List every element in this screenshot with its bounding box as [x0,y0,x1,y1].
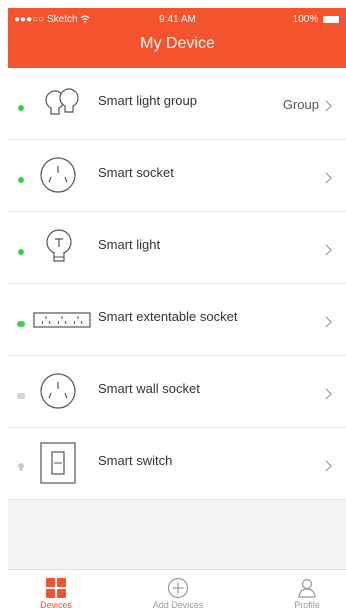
plus-circle-icon [167,577,189,599]
status-dot [18,177,24,183]
chevron-right-icon [325,100,332,112]
device-detail: Group [282,97,319,112]
person-icon [298,578,316,598]
status-dot [17,321,25,327]
device-name: Smart light [98,237,161,252]
chevron-right-icon [325,244,332,256]
tab-bar: Devices Add Devices Profile [8,569,346,608]
tab-label: Profile [294,600,320,608]
light-group-icon [45,88,79,115]
grid-icon [46,578,66,598]
bulb-icon [46,229,72,262]
device-row-wall-socket[interactable]: Smart wall socket [8,356,346,428]
socket-icon [40,157,76,193]
header: ●●●○○ Sketch 9:41 AM 100% My Device [8,8,346,68]
tab-devices[interactable]: Devices [32,570,80,608]
device-row-light-group[interactable]: Smart light group Group [8,68,346,140]
status-dot [18,249,24,255]
switch-icon [40,442,76,484]
chevron-right-icon [325,388,332,400]
device-name: Smart extentable socket [98,309,238,324]
battery-icon [323,16,339,23]
chevron-right-icon [325,460,332,472]
device-row-switch[interactable]: Smart switch [8,428,346,500]
offline-bulb-icon [18,463,24,471]
status-dot [17,393,25,399]
wall-socket-icon [40,373,76,409]
device-list: Smart light group Group Smart socket Sma… [8,68,346,500]
empty-area [8,505,346,569]
app-screen: ●●●○○ Sketch 9:41 AM 100% My Device Smar… [8,8,346,608]
battery-percent: 100% [292,14,319,25]
status-dot [18,105,24,111]
tab-add-devices[interactable]: Add Devices [146,570,210,608]
device-row-light[interactable]: Smart light [8,212,346,284]
status-bar: ●●●○○ Sketch 9:41 AM 100% [8,14,346,28]
tab-label: Add Devices [152,600,204,608]
chevron-right-icon [325,172,332,184]
device-name: Smart switch [98,453,173,468]
power-strip-icon [33,312,91,328]
tab-label: Devices [39,600,72,608]
device-row-extentable-socket[interactable]: Smart extentable socket [8,284,346,356]
device-name: Smart light group [98,93,197,108]
device-row-socket[interactable]: Smart socket [8,140,346,212]
chevron-right-icon [325,316,332,328]
tab-profile[interactable]: Profile [284,570,330,608]
device-name: Smart wall socket [98,381,200,396]
device-name: Smart socket [98,165,174,180]
page-title: My Device [140,35,215,52]
